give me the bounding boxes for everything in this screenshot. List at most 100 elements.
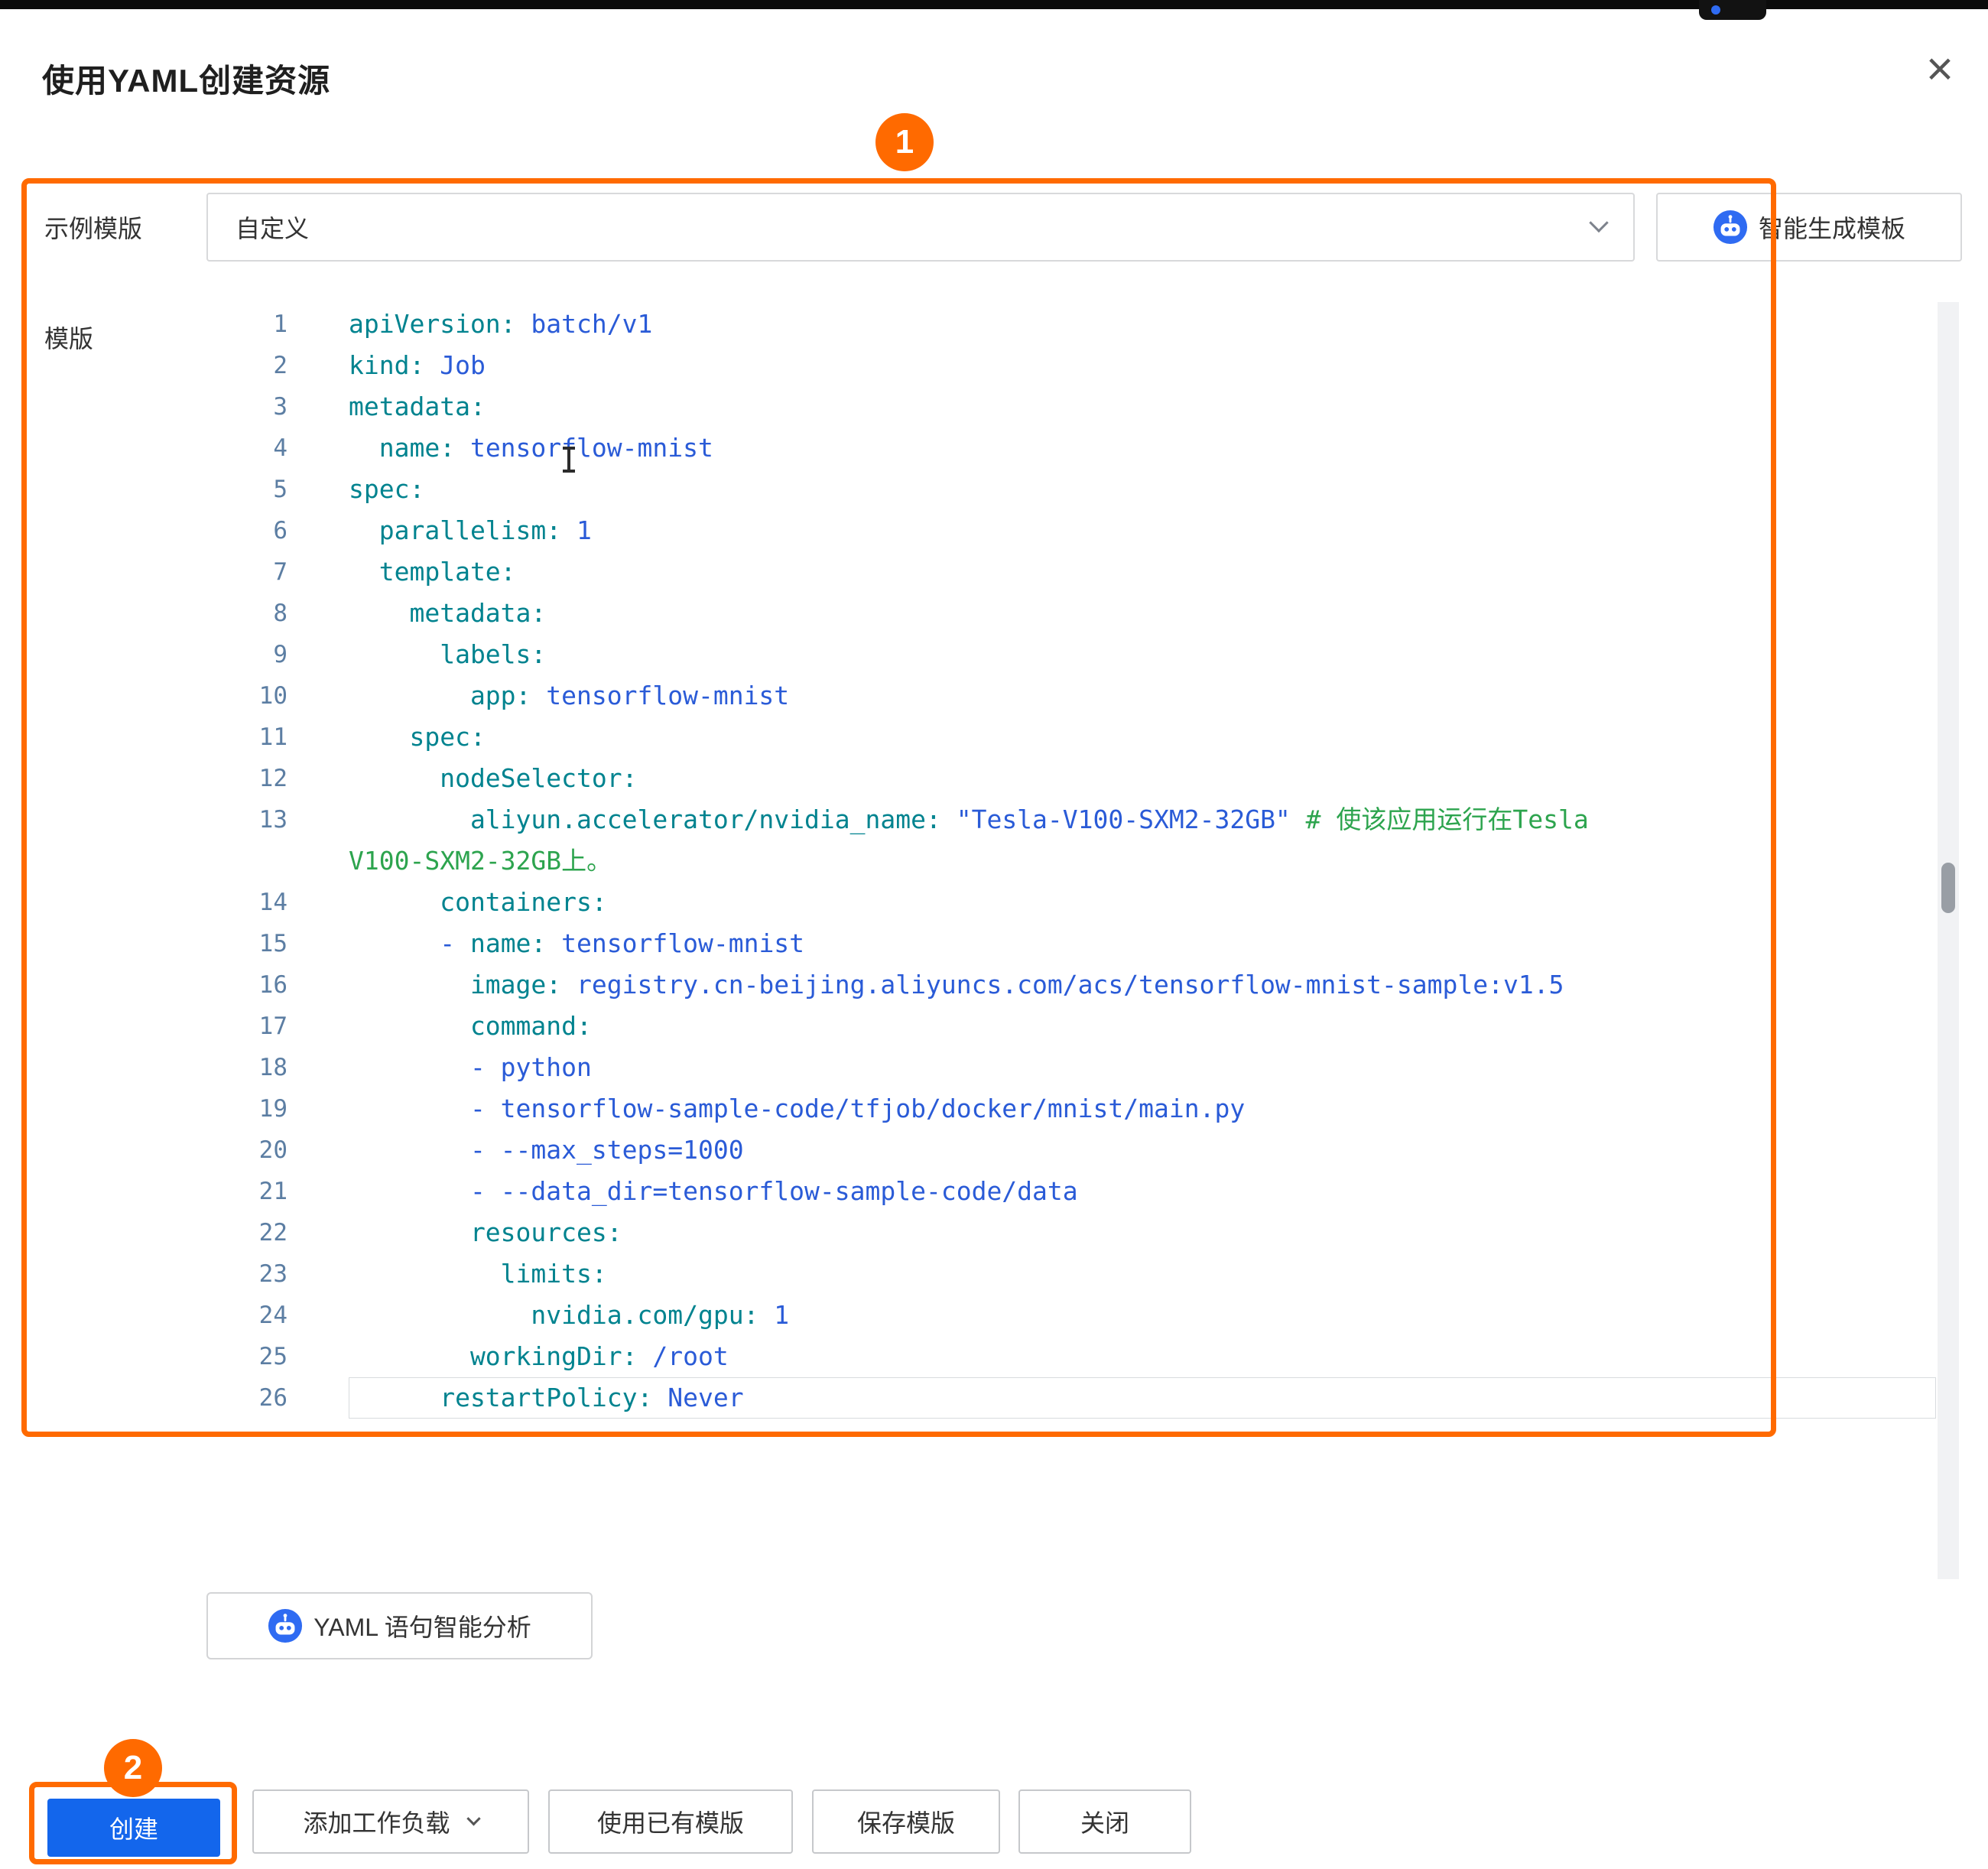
line-number: 24	[206, 1295, 349, 1336]
code-line[interactable]: 13 aliyun.accelerator/nvidia_name: "Tesl…	[206, 799, 1959, 840]
line-number: 17	[206, 1006, 349, 1047]
code-line[interactable]: 6 parallelism: 1	[206, 510, 1959, 551]
code-text: metadata:	[349, 593, 1936, 634]
code-text: image: registry.cn-beijing.aliyuncs.com/…	[349, 964, 1936, 1006]
annotation-step-1-badge: 1	[875, 113, 934, 171]
line-number: 23	[206, 1253, 349, 1295]
close-icon[interactable]: ×	[1913, 43, 1967, 96]
code-line[interactable]: 8 metadata:	[206, 593, 1959, 634]
code-line[interactable]: 10 app: tensorflow-mnist	[206, 675, 1959, 717]
code-line[interactable]: 22 resources:	[206, 1212, 1959, 1253]
code-text: labels:	[349, 634, 1936, 675]
line-number: 18	[206, 1047, 349, 1088]
code-line[interactable]: 20 - --max_steps=1000	[206, 1130, 1959, 1171]
code-line[interactable]: 5spec:	[206, 469, 1959, 510]
code-text: - name: tensorflow-mnist	[349, 923, 1936, 964]
code-line[interactable]: 17 command:	[206, 1006, 1959, 1047]
line-number: 4	[206, 427, 349, 469]
line-number: 6	[206, 510, 349, 551]
page-title: 使用YAML创建资源	[42, 55, 330, 102]
robot-icon	[268, 1608, 303, 1643]
code-text: parallelism: 1	[349, 510, 1936, 551]
yaml-editor-lines: 1apiVersion: batch/v12kind: Job3metadata…	[206, 304, 1959, 1419]
code-line[interactable]: 12 nodeSelector:	[206, 758, 1959, 799]
line-number: 21	[206, 1171, 349, 1212]
example-template-select[interactable]: 自定义	[206, 193, 1635, 262]
code-text: nodeSelector:	[349, 758, 1936, 799]
code-line[interactable]: 21 - --data_dir=tensorflow-sample-code/d…	[206, 1171, 1959, 1212]
code-text: spec:	[349, 469, 1936, 510]
line-number: 19	[206, 1088, 349, 1130]
line-number: 5	[206, 469, 349, 510]
editor-scrollbar-thumb[interactable]	[1941, 863, 1955, 913]
code-line[interactable]: 2kind: Job	[206, 345, 1959, 386]
code-line[interactable]: 26 restartPolicy: Never	[206, 1377, 1959, 1419]
yaml-analyze-button[interactable]: YAML 语句智能分析	[206, 1592, 593, 1659]
code-line[interactable]: 4 name: tensorflow-mnist	[206, 427, 1959, 469]
use-existing-template-button[interactable]: 使用已有模版	[548, 1789, 793, 1854]
code-text: V100-SXM2-32GB上。	[349, 840, 1936, 882]
close-button[interactable]: 关闭	[1018, 1789, 1191, 1854]
code-text: app: tensorflow-mnist	[349, 675, 1936, 717]
add-workload-button[interactable]: 添加工作负载	[252, 1789, 529, 1854]
code-text: containers:	[349, 882, 1936, 923]
line-number: 8	[206, 593, 349, 634]
code-text: - --data_dir=tensorflow-sample-code/data	[349, 1171, 1936, 1212]
code-line[interactable]: 24 nvidia.com/gpu: 1	[206, 1295, 1959, 1336]
code-line[interactable]: V100-SXM2-32GB上。	[206, 840, 1959, 882]
line-number: 11	[206, 717, 349, 758]
top-right-widget	[1699, 0, 1766, 20]
code-text: template:	[349, 551, 1936, 593]
code-text: spec:	[349, 717, 1936, 758]
line-number: 2	[206, 345, 349, 386]
code-line[interactable]: 18 - python	[206, 1047, 1959, 1088]
line-number: 16	[206, 964, 349, 1006]
use-existing-template-label: 使用已有模版	[597, 1804, 744, 1839]
code-line[interactable]: 7 template:	[206, 551, 1959, 593]
line-number: 20	[206, 1130, 349, 1171]
code-line[interactable]: 19 - tensorflow-sample-code/tfjob/docker…	[206, 1088, 1959, 1130]
line-number: 15	[206, 923, 349, 964]
line-number: 13	[206, 799, 349, 840]
code-text: aliyun.accelerator/nvidia_name: "Tesla-V…	[349, 799, 1936, 840]
line-number: 26	[206, 1377, 349, 1419]
code-text: limits:	[349, 1253, 1936, 1295]
example-template-label: 示例模版	[44, 193, 142, 262]
code-text: - tensorflow-sample-code/tfjob/docker/mn…	[349, 1088, 1936, 1130]
code-line[interactable]: 15 - name: tensorflow-mnist	[206, 923, 1959, 964]
code-text: nvidia.com/gpu: 1	[349, 1295, 1936, 1336]
code-line[interactable]: 9 labels:	[206, 634, 1959, 675]
save-template-button[interactable]: 保存模版	[812, 1789, 1000, 1854]
code-line[interactable]: 23 limits:	[206, 1253, 1959, 1295]
editor-scrollbar-track[interactable]	[1938, 302, 1959, 1579]
code-line[interactable]: 16 image: registry.cn-beijing.aliyuncs.c…	[206, 964, 1959, 1006]
add-workload-label: 添加工作负载	[303, 1804, 450, 1839]
code-text: apiVersion: batch/v1	[349, 304, 1936, 345]
text-cursor-ibeam	[567, 447, 570, 473]
line-number: 9	[206, 634, 349, 675]
code-line[interactable]: 3metadata:	[206, 386, 1959, 427]
yaml-create-dialog: 使用YAML创建资源 × 1 示例模版 自定义 智能生成模板 模版 1apiVe…	[0, 0, 1988, 1869]
line-number: 10	[206, 675, 349, 717]
ai-generate-template-button[interactable]: 智能生成模板	[1656, 193, 1962, 262]
line-number: 25	[206, 1336, 349, 1377]
annotation-step-2-badge: 2	[104, 1739, 162, 1797]
template-label: 模版	[44, 320, 93, 355]
code-text: command:	[349, 1006, 1936, 1047]
code-line[interactable]: 14 containers:	[206, 882, 1959, 923]
ai-generate-template-label: 智能生成模板	[1759, 210, 1905, 245]
example-template-selected-value: 自定义	[236, 210, 309, 245]
top-bar	[0, 0, 1988, 9]
create-button[interactable]: 创建	[47, 1799, 220, 1857]
code-line[interactable]: 25 workingDir: /root	[206, 1336, 1959, 1377]
yaml-editor[interactable]: 1apiVersion: batch/v12kind: Job3metadata…	[206, 302, 1959, 1579]
chevron-down-icon	[1589, 213, 1608, 232]
line-number: 3	[206, 386, 349, 427]
code-text: workingDir: /root	[349, 1336, 1936, 1377]
close-button-label: 关闭	[1080, 1804, 1129, 1839]
code-line[interactable]: 1apiVersion: batch/v1	[206, 304, 1959, 345]
line-number: 22	[206, 1212, 349, 1253]
line-number: 12	[206, 758, 349, 799]
code-text: restartPolicy: Never	[349, 1377, 1936, 1419]
code-line[interactable]: 11 spec:	[206, 717, 1959, 758]
